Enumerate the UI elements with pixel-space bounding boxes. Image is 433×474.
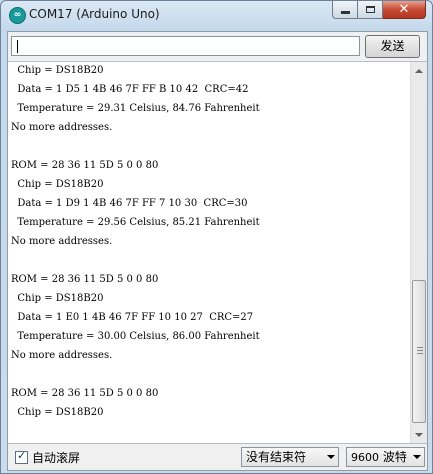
- serial-line: No more addresses.: [11, 122, 113, 133]
- autoscroll-label: 自动滚屏: [32, 451, 81, 465]
- line-ending-select[interactable]: 没有结束符: [241, 447, 339, 467]
- chevron-down-icon: [413, 455, 421, 459]
- baud-rate-value: 9600 波特: [351, 448, 407, 467]
- serial-line: ROM = 28 36 11 5D 5 0 0 80: [11, 388, 159, 399]
- maximize-button[interactable]: [358, 1, 383, 19]
- close-icon: ✕: [398, 2, 410, 17]
- chevron-down-icon: [327, 455, 335, 459]
- client-area: 发送 Chip = DS18B20 Data = 1 D5 1 4B 46 7F…: [7, 31, 428, 471]
- arrow-up-icon: [415, 68, 423, 73]
- grip-line: [417, 353, 423, 354]
- serial-line: Chip = DS18B20: [11, 65, 104, 76]
- send-input[interactable]: [11, 36, 360, 56]
- arduino-logo-icon: ∞: [9, 7, 26, 24]
- serial-line: Temperature = 30.00 Celsius, 86.00 Fahre…: [11, 331, 260, 342]
- arrow-down-icon: [415, 432, 423, 437]
- serial-line: [11, 137, 407, 156]
- send-button[interactable]: 发送: [365, 35, 420, 58]
- scrollbar-thumb[interactable]: [412, 280, 426, 423]
- autoscroll-toggle[interactable]: ✓ 自动滚屏: [15, 449, 80, 466]
- serial-line: Chip = DS18B20: [11, 179, 104, 190]
- serial-line: [11, 251, 407, 270]
- grip-line: [417, 350, 423, 351]
- line-ending-value: 没有结束符: [246, 450, 307, 464]
- serial-line: Data = 1 D9 1 4B 46 7F FF 7 10 30 CRC=30: [11, 198, 248, 209]
- serial-line: Temperature = 29.31 Celsius, 84.76 Fahre…: [11, 103, 260, 114]
- serial-output-text: Chip = DS18B20 Data = 1 D5 1 4B 46 7F FF…: [11, 62, 407, 422]
- serial-line: Chip = DS18B20: [11, 293, 104, 304]
- send-row: 发送: [8, 32, 427, 61]
- serial-line: [11, 365, 407, 384]
- baud-rate-number: 9600: [351, 451, 379, 464]
- serial-output[interactable]: Chip = DS18B20 Data = 1 D5 1 4B 46 7F FF…: [8, 61, 427, 444]
- grip-line: [417, 347, 423, 348]
- vertical-scrollbar[interactable]: [410, 62, 427, 443]
- status-row: ✓ 自动滚屏 没有结束符 9600 波特: [8, 444, 427, 470]
- serial-line: ROM = 28 36 11 5D 5 0 0 80: [11, 160, 159, 171]
- caption-buttons: ✕: [332, 1, 426, 20]
- serial-line: No more addresses.: [11, 236, 113, 247]
- text-caret: [17, 40, 18, 53]
- serial-line: Data = 1 D5 1 4B 46 7F FF B 10 42 CRC=42: [11, 84, 249, 95]
- window-title: COM17 (Arduino Uno): [29, 7, 160, 21]
- autoscroll-checkbox[interactable]: ✓: [15, 449, 28, 464]
- minimize-icon: [340, 11, 350, 14]
- title-bar[interactable]: ∞ COM17 (Arduino Uno) ✕: [1, 1, 432, 29]
- maximize-icon: [365, 6, 375, 13]
- serial-monitor-window: ∞ COM17 (Arduino Uno) ✕ 发送 Chip = DS18B2…: [0, 0, 433, 474]
- checkmark-icon: ✓: [17, 449, 27, 462]
- serial-line: No more addresses.: [11, 350, 113, 361]
- serial-line: Temperature = 29.56 Celsius, 85.21 Fahre…: [11, 217, 260, 228]
- minimize-button[interactable]: [332, 1, 358, 19]
- close-button[interactable]: ✕: [383, 1, 426, 19]
- scroll-down-button[interactable]: [411, 426, 427, 443]
- serial-line: Data = 1 E0 1 4B 46 7F FF 10 10 27 CRC=2…: [11, 312, 254, 323]
- scroll-up-button[interactable]: [411, 62, 427, 79]
- serial-line: ROM = 28 36 11 5D 5 0 0 80: [11, 274, 159, 285]
- baud-rate-select[interactable]: 9600 波特: [346, 447, 425, 467]
- baud-rate-unit: 波特: [382, 450, 407, 464]
- serial-line: Chip = DS18B20: [11, 407, 104, 418]
